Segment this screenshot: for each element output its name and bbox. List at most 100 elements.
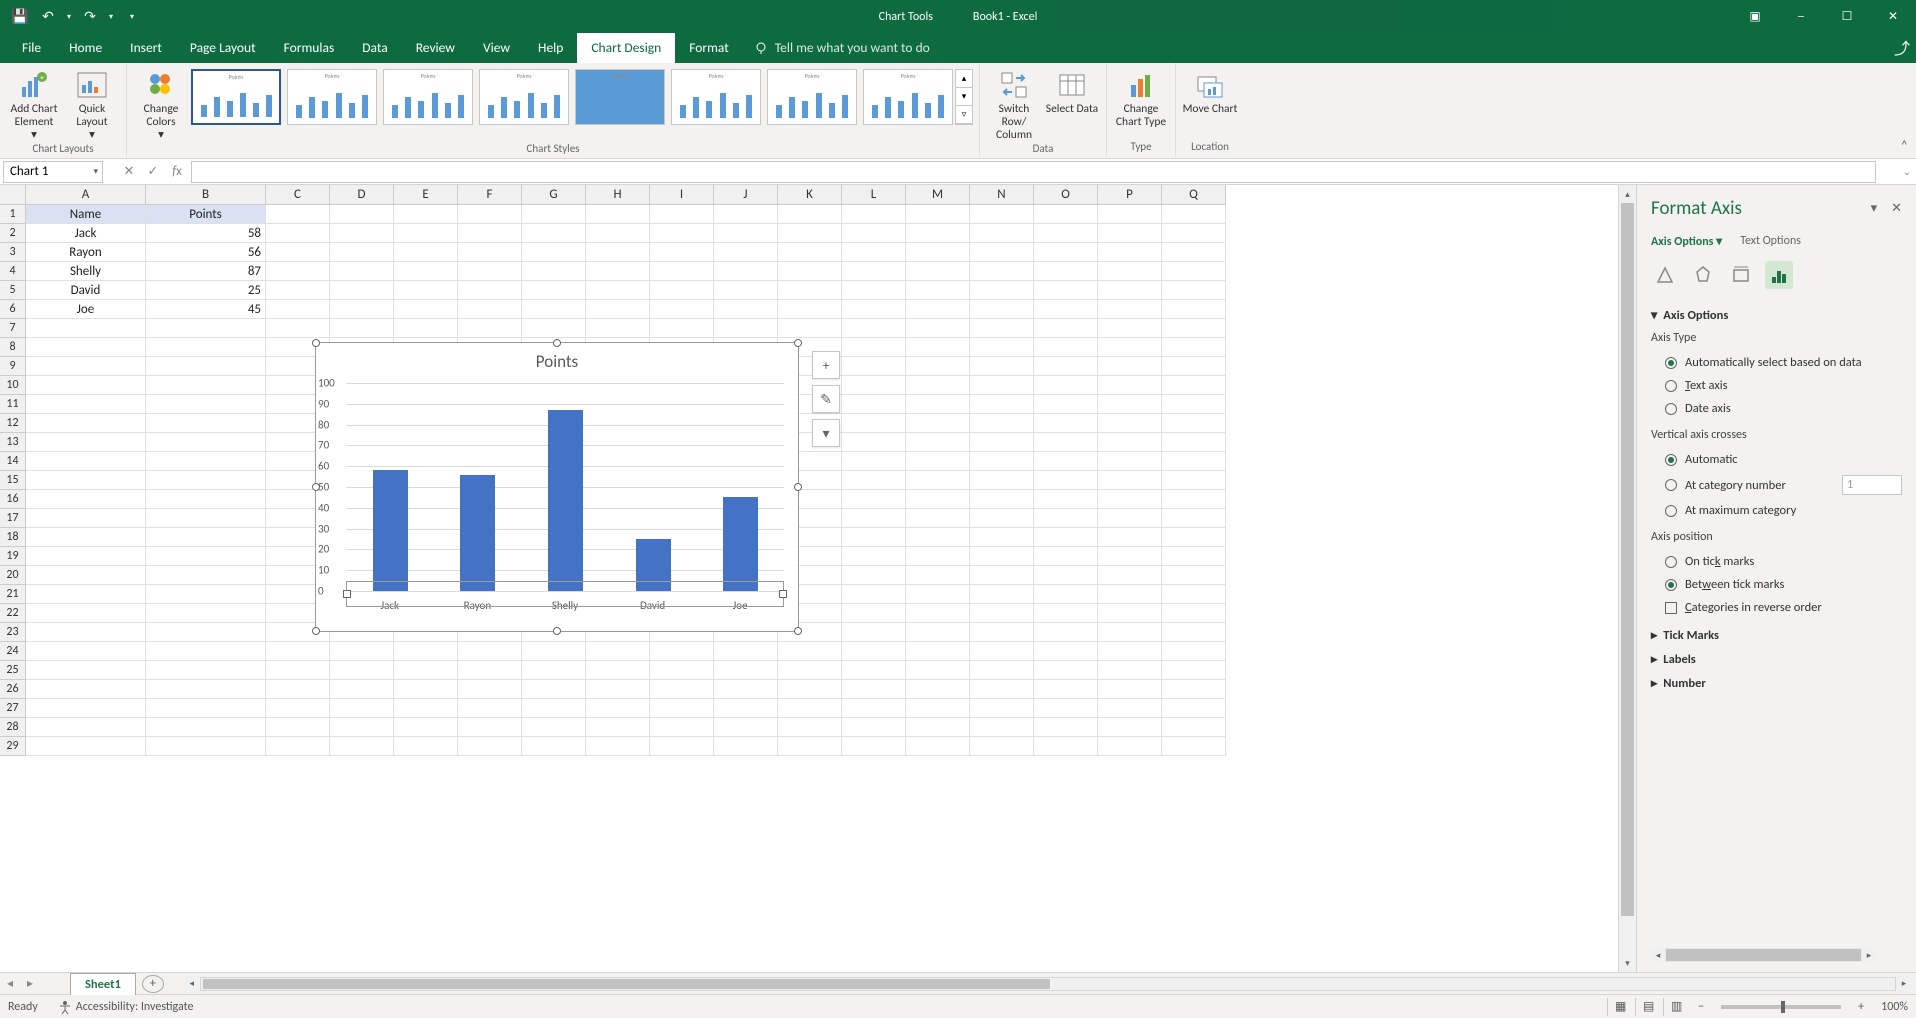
save-button[interactable]: 💾 (8, 5, 32, 29)
collapse-ribbon-button[interactable]: ˄ (1900, 137, 1908, 154)
cell-B16[interactable] (146, 490, 266, 509)
cell-Q22[interactable] (1162, 604, 1226, 623)
normal-view-button[interactable]: ▦ (1607, 998, 1633, 1016)
cell-F2[interactable] (458, 224, 522, 243)
cell-B13[interactable] (146, 433, 266, 452)
bar-shelly[interactable] (548, 410, 583, 591)
cell-B9[interactable] (146, 357, 266, 376)
cell-I5[interactable] (650, 281, 714, 300)
tab-insert[interactable]: Insert (116, 32, 176, 63)
cell-M7[interactable] (906, 319, 970, 338)
cell-P27[interactable] (1098, 699, 1162, 718)
cell-Q8[interactable] (1162, 338, 1226, 357)
cell-M17[interactable] (906, 509, 970, 528)
cell-D1[interactable] (330, 205, 394, 224)
zoom-out-button[interactable]: − (1691, 1000, 1711, 1014)
cell-P4[interactable] (1098, 262, 1162, 281)
cell-A20[interactable] (26, 566, 146, 585)
cell-O2[interactable] (1034, 224, 1098, 243)
cell-L19[interactable] (842, 547, 906, 566)
cell-M23[interactable] (906, 623, 970, 642)
cell-O5[interactable] (1034, 281, 1098, 300)
cell-O8[interactable] (1034, 338, 1098, 357)
cell-N16[interactable] (970, 490, 1034, 509)
chart-elements-button[interactable]: + (812, 351, 840, 379)
cell-D6[interactable] (330, 300, 394, 319)
cell-D4[interactable] (330, 262, 394, 281)
cell-P23[interactable] (1098, 623, 1162, 642)
col-header-D[interactable]: D (330, 185, 394, 205)
cell-H25[interactable] (586, 661, 650, 680)
cell-K28[interactable] (778, 718, 842, 737)
cell-M22[interactable] (906, 604, 970, 623)
cell-L13[interactable] (842, 433, 906, 452)
cell-E5[interactable] (394, 281, 458, 300)
cell-A11[interactable] (26, 395, 146, 414)
cell-M11[interactable] (906, 395, 970, 414)
row-header-8[interactable]: 8 (0, 338, 26, 357)
cell-M28[interactable] (906, 718, 970, 737)
cell-O26[interactable] (1034, 680, 1098, 699)
bar-jack[interactable] (373, 470, 408, 591)
cell-N9[interactable] (970, 357, 1034, 376)
cell-G7[interactable] (522, 319, 586, 338)
cell-N14[interactable] (970, 452, 1034, 471)
bar-joe[interactable] (723, 497, 758, 591)
cell-M6[interactable] (906, 300, 970, 319)
cell-N5[interactable] (970, 281, 1034, 300)
cell-I6[interactable] (650, 300, 714, 319)
col-header-M[interactable]: M (906, 185, 970, 205)
cell-F1[interactable] (458, 205, 522, 224)
cell-Q12[interactable] (1162, 414, 1226, 433)
cell-N23[interactable] (970, 623, 1034, 642)
cell-I24[interactable] (650, 642, 714, 661)
cell-O11[interactable] (1034, 395, 1098, 414)
row-header-26[interactable]: 26 (0, 680, 26, 699)
cell-M4[interactable] (906, 262, 970, 281)
cell-C7[interactable] (266, 319, 330, 338)
row-header-10[interactable]: 10 (0, 376, 26, 395)
row-header-25[interactable]: 25 (0, 661, 26, 680)
cell-M21[interactable] (906, 585, 970, 604)
cell-A16[interactable] (26, 490, 146, 509)
cell-B25[interactable] (146, 661, 266, 680)
cell-G3[interactable] (522, 243, 586, 262)
cell-O10[interactable] (1034, 376, 1098, 395)
cell-A9[interactable] (26, 357, 146, 376)
cancel-formula-button[interactable]: ✕ (117, 164, 141, 179)
cell-O9[interactable] (1034, 357, 1098, 376)
cell-G24[interactable] (522, 642, 586, 661)
cell-N4[interactable] (970, 262, 1034, 281)
cell-B3[interactable]: 56 (146, 243, 266, 262)
cell-C25[interactable] (266, 661, 330, 680)
cell-L14[interactable] (842, 452, 906, 471)
radio-between-tick[interactable]: Between tick marks (1651, 573, 1902, 596)
cell-E3[interactable] (394, 243, 458, 262)
tab-format[interactable]: Format (675, 32, 743, 63)
cell-B6[interactable]: 45 (146, 300, 266, 319)
cell-N3[interactable] (970, 243, 1034, 262)
cell-Q13[interactable] (1162, 433, 1226, 452)
cell-H1[interactable] (586, 205, 650, 224)
cell-A5[interactable]: David (26, 281, 146, 300)
tab-home[interactable]: Home (55, 32, 116, 63)
cell-B12[interactable] (146, 414, 266, 433)
cell-M5[interactable] (906, 281, 970, 300)
cell-B8[interactable] (146, 338, 266, 357)
cell-N12[interactable] (970, 414, 1034, 433)
cell-P9[interactable] (1098, 357, 1162, 376)
cell-L10[interactable] (842, 376, 906, 395)
cell-L21[interactable] (842, 585, 906, 604)
chart-filters-button[interactable]: ▾ (812, 419, 840, 447)
cell-L12[interactable] (842, 414, 906, 433)
cell-K25[interactable] (778, 661, 842, 680)
cell-M29[interactable] (906, 737, 970, 756)
cell-H2[interactable] (586, 224, 650, 243)
cell-C24[interactable] (266, 642, 330, 661)
cell-N26[interactable] (970, 680, 1034, 699)
cell-E2[interactable] (394, 224, 458, 243)
cell-O22[interactable] (1034, 604, 1098, 623)
tab-page-layout[interactable]: Page Layout (176, 32, 270, 63)
cell-E29[interactable] (394, 737, 458, 756)
chart-style-1[interactable]: Points (191, 69, 281, 125)
